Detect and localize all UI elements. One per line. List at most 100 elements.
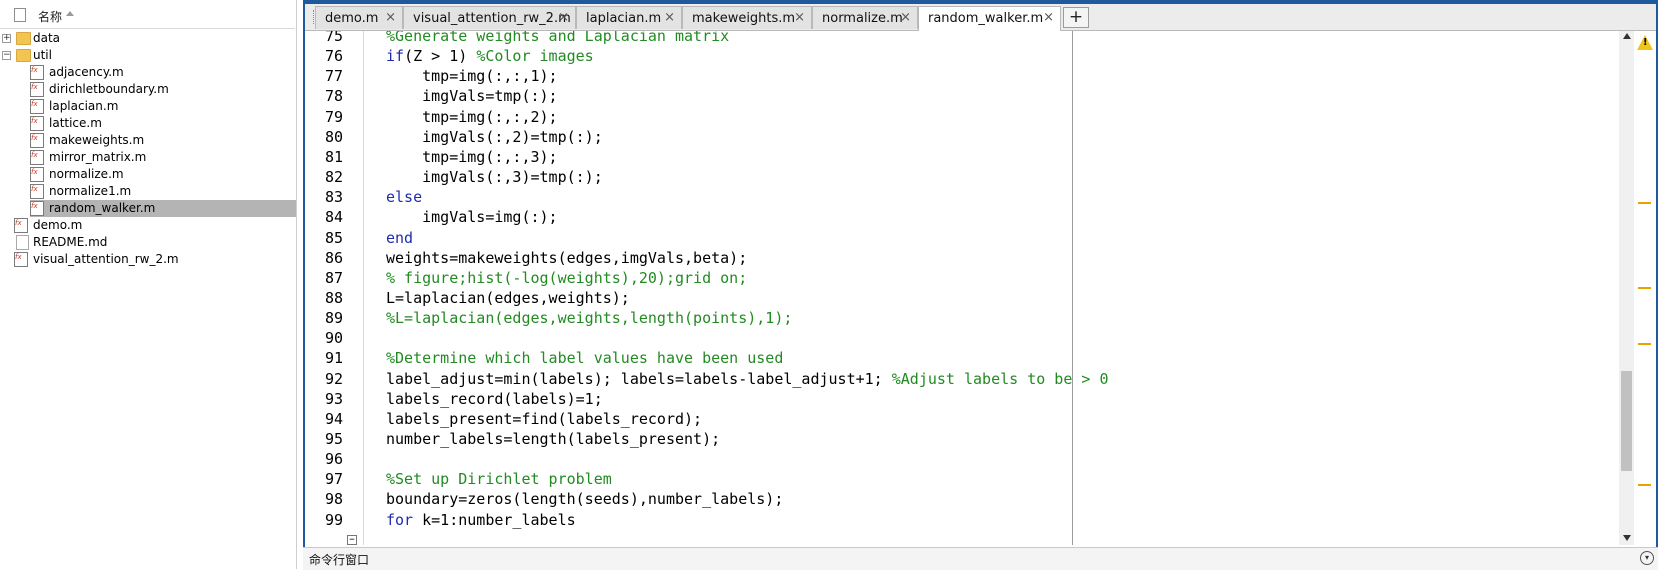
- close-tab-icon[interactable]: ×: [1043, 10, 1054, 25]
- file-item[interactable]: fx visual_attention_rw_2.m: [0, 251, 296, 268]
- fold-collapse-icon[interactable]: −: [347, 535, 357, 545]
- file-item-label: adjacency.m: [49, 65, 124, 79]
- folder-item[interactable]: − util: [0, 47, 296, 64]
- code-line: 89 %L=laplacian(edges,weights,length(poin…: [305, 307, 1620, 328]
- editor-tab[interactable]: makeweights.m ×: [682, 6, 812, 29]
- keyword-token: else: [386, 188, 423, 207]
- scroll-down-arrow-icon[interactable]: [1623, 535, 1631, 541]
- code-line: 83 else: [305, 186, 1620, 207]
- file-item[interactable]: README.md: [0, 234, 296, 251]
- matlab-file-icon: fx: [30, 150, 44, 165]
- code-token: tmp=img(:,:,2);: [386, 107, 558, 126]
- folder-icon: [16, 32, 31, 45]
- file-item[interactable]: fx mirror_matrix.m: [30, 149, 296, 166]
- code-line: 94 labels_present=find(labels_record);: [305, 408, 1620, 429]
- tab-label: makeweights.m: [692, 11, 796, 26]
- code-token: imgVals=img(:);: [386, 208, 558, 227]
- file-item[interactable]: fx makeweights.m: [30, 132, 296, 149]
- close-tab-icon[interactable]: ×: [794, 10, 805, 25]
- comment-token: % figure;hist(-log(weights),20);grid on;: [386, 268, 748, 287]
- file-item[interactable]: fx dirichletboundary.m: [30, 81, 296, 98]
- analyzer-warning-marker[interactable]: [1638, 484, 1651, 486]
- close-tab-icon[interactable]: ×: [385, 10, 396, 25]
- code-text: tmp=img(:,:,1);: [386, 67, 557, 85]
- comment-token: %Color images: [476, 47, 594, 66]
- scroll-up-arrow-icon[interactable]: [1623, 33, 1631, 39]
- collapse-icon[interactable]: −: [2, 51, 11, 60]
- scroll-thumb[interactable]: [1621, 371, 1632, 471]
- panel-menu-icon[interactable]: ▾: [1640, 551, 1654, 565]
- editor-tab[interactable]: normalize.m ×: [812, 6, 918, 29]
- code-line: 78 imgVals=tmp(:);: [305, 85, 1620, 106]
- code-line: 84 imgVals=img(:);: [305, 206, 1620, 227]
- folder-item[interactable]: + data: [0, 30, 296, 47]
- editor-tab[interactable]: visual_attention_rw_2.m ×: [403, 6, 576, 29]
- line-number: 88: [324, 288, 343, 307]
- code-text: L=laplacian(edges,weights);: [386, 289, 630, 307]
- editor-tab[interactable]: demo.m ×: [315, 6, 403, 29]
- code-editor[interactable]: − 75 %Generate weights and Laplacian matr…: [305, 31, 1620, 545]
- close-tab-icon[interactable]: ×: [900, 10, 911, 25]
- line-number: 92: [324, 369, 343, 388]
- line-number: 93: [324, 389, 343, 408]
- expand-icon[interactable]: +: [2, 34, 11, 43]
- new-tab-button[interactable]: +: [1063, 7, 1089, 28]
- file-item[interactable]: fx lattice.m: [30, 115, 296, 132]
- line-number: 76: [324, 47, 343, 66]
- code-token: tmp=img(:,:,3);: [386, 147, 558, 166]
- line-number: 85: [324, 228, 343, 247]
- comment-token: %Adjust labels to be > 0: [891, 369, 1109, 388]
- line-number: 98: [324, 490, 343, 509]
- code-text: labels_record(labels)=1;: [386, 390, 603, 408]
- code-text: tmp=img(:,:,2);: [386, 107, 558, 126]
- close-tab-icon[interactable]: ×: [664, 10, 675, 25]
- markdown-file-icon: [16, 235, 29, 250]
- analyzer-warning-marker[interactable]: [1638, 202, 1651, 204]
- close-tab-icon[interactable]: ×: [558, 10, 569, 25]
- keyword-token: end: [386, 228, 414, 247]
- code-token: imgVals(:,2)=tmp(:);: [386, 127, 603, 146]
- comment-token: %L=laplacian(edges,weights,length(points…: [386, 309, 793, 328]
- line-number: 79: [324, 107, 343, 126]
- file-item[interactable]: fx adjacency.m: [30, 64, 296, 81]
- matlab-file-icon: fx: [14, 252, 28, 267]
- code-line: 99 for k=1:number_labels: [305, 509, 1620, 530]
- matlab-file-icon: fx: [30, 99, 44, 114]
- vertical-scrollbar[interactable]: [1619, 31, 1634, 545]
- analyzer-warning-marker[interactable]: [1638, 343, 1651, 345]
- file-item-label: laplacian.m: [49, 99, 119, 113]
- line-number: 94: [324, 409, 343, 428]
- code-line: 86 weights=makeweights(edges,imgVals,beta…: [305, 247, 1620, 268]
- code-text: imgVals=img(:);: [386, 208, 558, 227]
- editor-tab-bar: demo.m × visual_attention_rw_2.m × laplacian…: [305, 4, 1656, 31]
- code-line: 90: [305, 327, 1620, 348]
- matlab-file-icon: fx: [30, 65, 44, 80]
- file-item[interactable]: fx normalize.m: [30, 166, 296, 183]
- file-item[interactable]: fx random_walker.m: [30, 200, 296, 217]
- code-line: 96: [305, 448, 1620, 469]
- matlab-file-icon: fx: [30, 116, 44, 131]
- code-token: k=1:number_labels: [413, 510, 576, 529]
- tab-label: random_walker.m: [928, 11, 1044, 26]
- line-number: 96: [324, 450, 343, 469]
- sort-ascending-icon: [66, 11, 74, 16]
- line-number: 80: [324, 127, 343, 146]
- editor-tab[interactable]: laplacian.m ×: [576, 6, 682, 29]
- line-number: 86: [324, 248, 343, 267]
- analyzer-warning-marker[interactable]: [1638, 287, 1651, 289]
- command-window-bar[interactable]: 命令行窗口 ▾: [303, 547, 1658, 570]
- code-line: 98 boundary=zeros(length(seeds),number_la…: [305, 488, 1620, 509]
- file-item[interactable]: fx normalize1.m: [30, 183, 296, 200]
- file-item-label: util: [33, 48, 52, 62]
- code-text: imgVals(:,2)=tmp(:);: [386, 128, 603, 146]
- editor-tab[interactable]: random_walker.m ×: [918, 6, 1061, 31]
- code-text: imgVals(:,3)=tmp(:);: [386, 168, 603, 186]
- code-text: %Determine which label values have been …: [386, 349, 783, 367]
- file-item[interactable]: fx demo.m: [0, 217, 296, 234]
- comment-token: %Set up Dirichlet problem: [386, 470, 612, 489]
- code-token: label_adjust=min(labels); labels=labels-…: [386, 369, 892, 388]
- file-item[interactable]: fx laplacian.m: [30, 98, 296, 115]
- current-folder-panel: 名称 + data − util fx adjacency.m fx dirichletbou…: [0, 0, 297, 569]
- column-header-name[interactable]: 名称: [0, 2, 295, 29]
- command-window-title: 命令行窗口: [309, 553, 370, 567]
